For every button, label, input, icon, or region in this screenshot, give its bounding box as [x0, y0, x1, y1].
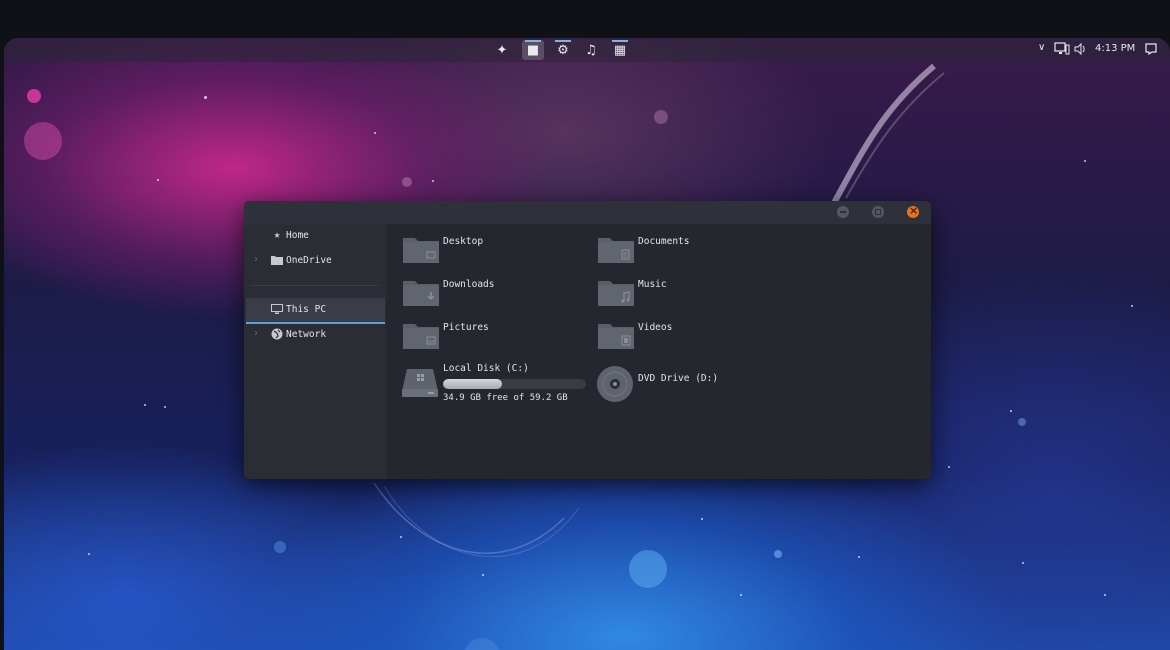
ubuntu-logo-icon[interactable]: ✦ [491, 40, 513, 60]
close-icon: × [909, 204, 919, 217]
drive-label: DVD Drive (D:) [638, 373, 719, 384]
ubuntu-logo-glyph: ✦ [496, 42, 508, 58]
videos-folder-icon [598, 324, 634, 349]
volume-icon[interactable] [1073, 42, 1087, 59]
equalizer-glyph: ▦ [613, 42, 627, 58]
window-titlebar[interactable]: × [244, 201, 931, 224]
folder-music[interactable]: Music [598, 277, 788, 309]
running-indicator [555, 40, 571, 42]
music-glyph: ♫ [585, 42, 597, 58]
sidebar-item-this-pc[interactable]: This PC [246, 298, 385, 324]
folder-icon[interactable]: ■ [522, 40, 544, 60]
sidebar-item-label: Network [286, 329, 327, 340]
file-explorer-window: × ★ Home › OneDrive This PC › Network De… [244, 201, 931, 479]
clock-time[interactable]: 4:13 PM [1095, 43, 1135, 54]
drive-free-space: 34.9 GB free of 59.2 GB [443, 393, 568, 403]
minimize-button[interactable] [837, 206, 849, 218]
dvd-disc-icon [597, 366, 633, 402]
running-indicator [612, 40, 628, 42]
gear-glyph: ⚙ [557, 42, 569, 58]
settings-gear-icon[interactable]: ⚙ [552, 40, 574, 60]
folder-glyph: ■ [526, 42, 540, 58]
downloads-folder-icon [403, 281, 439, 306]
folder-videos[interactable]: Videos [598, 320, 788, 352]
sidebar-divider [250, 285, 378, 286]
folder-label: Desktop [443, 236, 484, 247]
pictures-folder-icon [403, 324, 439, 349]
globe-icon [270, 327, 284, 341]
folder-label: Videos [638, 322, 673, 333]
navigation-sidebar: ★ Home › OneDrive This PC › Network [244, 224, 386, 479]
drive-label: Local Disk (C:) [443, 363, 529, 374]
star-icon: ★ [273, 228, 281, 241]
music-folder-icon [598, 281, 634, 306]
folder-downloads[interactable]: Downloads [403, 277, 593, 309]
close-button[interactable]: × [907, 204, 919, 218]
folder-documents[interactable]: Documents [598, 234, 788, 266]
sidebar-item-onedrive[interactable]: › OneDrive [246, 249, 385, 273]
taskbar: ✦ ■ ⚙ ♫ ▦ ∨ 4:13 PM [4, 38, 1170, 62]
sidebar-item-label: OneDrive [286, 255, 332, 266]
folder-desktop[interactable]: Desktop [403, 234, 593, 266]
music-note-icon[interactable]: ♫ [580, 40, 602, 60]
folder-label: Downloads [443, 279, 495, 290]
maximize-button[interactable] [872, 206, 884, 218]
drive-local-disk-c[interactable]: Local Disk (C:) 34.9 GB free of 59.2 GB [401, 362, 591, 406]
sidebar-item-label: Home [286, 230, 309, 241]
sidebar-item-network[interactable]: › Network [246, 323, 385, 347]
folder-label: Documents [638, 236, 690, 247]
folder-label: Music [638, 279, 667, 290]
notification-icon[interactable] [1144, 42, 1158, 59]
minimize-icon [840, 211, 846, 213]
content-pane: Desktop Documents Downloads Music Pictur… [386, 224, 931, 479]
network-icon[interactable] [1054, 42, 1070, 59]
hard-drive-icon [402, 369, 438, 397]
desktop-folder-icon [403, 238, 439, 263]
sidebar-item-label: This PC [286, 304, 327, 315]
chevron-right-icon[interactable]: › [253, 328, 259, 339]
folder-pictures[interactable]: Pictures [403, 320, 593, 352]
chevron-right-icon[interactable]: › [253, 254, 259, 265]
drive-usage-fill [443, 379, 502, 389]
running-indicator [525, 40, 541, 42]
maximize-icon [875, 209, 881, 215]
desktop: ✦ ■ ⚙ ♫ ▦ ∨ 4:13 PM × ★ Home › OneDrive … [4, 38, 1170, 650]
tray-chevron-icon[interactable]: ∨ [1038, 42, 1045, 53]
folder-icon [270, 253, 284, 267]
drive-dvd-d[interactable]: DVD Drive (D:) [596, 364, 786, 404]
sidebar-item-home[interactable]: ★ Home [246, 224, 385, 248]
equalizer-app-icon[interactable]: ▦ [609, 40, 631, 60]
folder-label: Pictures [443, 322, 489, 333]
documents-folder-icon [598, 238, 634, 263]
drive-usage-bar [443, 379, 586, 389]
computer-icon [270, 302, 284, 316]
